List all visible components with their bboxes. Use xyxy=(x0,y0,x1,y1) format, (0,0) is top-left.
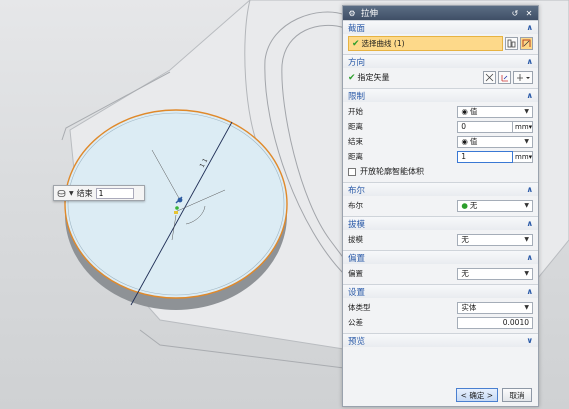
checkmark-icon: ✔ xyxy=(352,38,360,49)
section-header-offset[interactable]: 偏置 ∧ xyxy=(343,250,538,264)
section-header-limits[interactable]: 限制 ∧ xyxy=(343,88,538,102)
tolerance-input[interactable]: 0.0010 xyxy=(457,316,533,329)
draft-combo[interactable]: 无 ▼ xyxy=(457,233,533,246)
select-curve-label: 选择曲线 (1) xyxy=(361,39,405,48)
section-title: 预览 xyxy=(348,336,366,347)
start-label: 开始 xyxy=(348,107,363,116)
cancel-button[interactable]: 取消 xyxy=(502,388,532,402)
body-type-value: 实体 xyxy=(461,303,477,312)
sketch-section-icon[interactable] xyxy=(520,37,534,50)
section-title: 限制 xyxy=(348,91,366,102)
offset-combo-value: 无 xyxy=(461,269,469,278)
chevron-down-icon[interactable]: ∨ xyxy=(527,336,534,345)
section-header-settings[interactable]: 设置 ∧ xyxy=(343,284,538,298)
chevron-up-icon[interactable]: ∧ xyxy=(527,57,534,66)
body-type-label: 体类型 xyxy=(348,303,371,312)
value-icon: ◉ xyxy=(461,107,468,116)
chevron-down-icon[interactable]: ▾ xyxy=(529,123,533,131)
reset-icon[interactable]: ↺ xyxy=(510,9,520,18)
gear-icon[interactable]: ⚙ xyxy=(347,9,357,18)
section-title: 截面 xyxy=(348,23,366,34)
value-icon: ◉ xyxy=(461,137,468,146)
section-title: 设置 xyxy=(348,287,366,298)
section-title: 方向 xyxy=(348,57,366,68)
chevron-down-icon[interactable]: ▼ xyxy=(524,270,529,277)
chevron-up-icon[interactable]: ∧ xyxy=(527,287,534,296)
disc-top xyxy=(64,109,288,299)
reverse-direction-icon[interactable] xyxy=(483,71,496,84)
section-header-boolean[interactable]: 布尔 ∧ xyxy=(343,182,538,196)
curve-rule-icon[interactable] xyxy=(505,37,519,50)
end-combo-value: 值 xyxy=(469,137,478,146)
start-distance-input[interactable]: 0 xyxy=(457,120,513,133)
checkmark-icon: ✔ xyxy=(348,72,356,83)
open-profile-label: 开放轮廓智能体积 xyxy=(360,167,424,176)
boolean-none-icon: ● xyxy=(461,201,468,210)
floating-end-value-input[interactable] xyxy=(95,187,134,199)
start-distance-label: 距离 xyxy=(348,122,363,131)
section-title: 偏置 xyxy=(348,253,366,264)
chevron-up-icon[interactable]: ∧ xyxy=(527,185,534,194)
start-distance-unit[interactable]: mm ▾ xyxy=(513,120,533,133)
end-distance-unit[interactable]: mm ▾ xyxy=(513,150,533,163)
tolerance-label: 公差 xyxy=(348,318,363,327)
dialog-title: 拉伸 xyxy=(361,9,379,19)
section-header-draft[interactable]: 拔模 ∧ xyxy=(343,216,538,230)
boolean-label: 布尔 xyxy=(348,201,363,210)
chevron-up-icon[interactable]: ∧ xyxy=(527,23,534,32)
draft-label: 拔模 xyxy=(348,235,363,244)
boolean-combo-value: 无 xyxy=(469,201,478,210)
chevron-down-icon[interactable]: ▼ xyxy=(524,108,529,115)
extrude-dialog: ⚙ 拉伸 ↺ ✕ 截面 ∧ ✔ 选择曲线 (1) 方向 ∧ ✔ 指定矢量 限制 … xyxy=(342,5,539,407)
end-distance-label: 距离 xyxy=(348,152,363,161)
close-icon[interactable]: ✕ xyxy=(524,9,534,18)
chevron-up-icon[interactable]: ∧ xyxy=(527,91,534,100)
ok-button[interactable]: < 确定 > xyxy=(455,388,498,402)
vector-dialog-icon[interactable] xyxy=(498,71,511,84)
offset-combo[interactable]: 无 ▼ xyxy=(457,267,533,280)
section-header-direction[interactable]: 方向 ∧ xyxy=(343,54,538,68)
section-title: 拔模 xyxy=(348,219,366,230)
floating-end-label: 结束 xyxy=(76,188,93,198)
unit-text: mm xyxy=(515,122,529,131)
chevron-down-icon[interactable]: ▾ xyxy=(529,153,533,161)
chevron-down-icon[interactable]: ▼ xyxy=(69,190,74,197)
chevron-down-icon[interactable]: ▼ xyxy=(524,202,529,209)
start-combo-value: 值 xyxy=(469,107,478,116)
dialog-buttons: < 确定 > 取消 xyxy=(455,388,532,402)
unit-text: mm xyxy=(515,152,529,161)
end-combo[interactable]: ◉ 值 ▼ xyxy=(457,135,533,148)
specify-vector-label: 指定矢量 xyxy=(357,73,390,82)
end-distance-input[interactable]: 1 xyxy=(457,150,513,163)
section-title: 布尔 xyxy=(348,185,366,196)
end-label: 结束 xyxy=(348,137,363,146)
body-type-combo[interactable]: 实体 ▼ xyxy=(457,301,533,314)
start-combo[interactable]: ◉ 值 ▼ xyxy=(457,105,533,118)
chevron-down-icon[interactable]: ▼ xyxy=(524,138,529,145)
chevron-down-icon[interactable]: ▼ xyxy=(524,304,529,311)
offset-label: 偏置 xyxy=(348,269,363,278)
select-curve-row[interactable]: ✔ 选择曲线 (1) xyxy=(348,36,504,51)
boolean-combo[interactable]: ● 无 ▼ xyxy=(457,199,533,212)
section-header-preview[interactable]: 预览 ∨ xyxy=(343,333,538,347)
floating-end-input[interactable]: ▼ 结束 xyxy=(53,185,145,201)
open-profile-checkbox[interactable] xyxy=(348,167,356,176)
draft-combo-value: 无 xyxy=(461,235,469,244)
chevron-up-icon[interactable]: ∧ xyxy=(527,253,534,262)
vector-constructor-icon[interactable] xyxy=(513,71,533,84)
triad-handle-green[interactable] xyxy=(175,206,179,210)
dialog-titlebar[interactable]: ⚙ 拉伸 ↺ ✕ xyxy=(343,6,538,20)
chevron-down-icon[interactable]: ▼ xyxy=(524,236,529,243)
section-header-section[interactable]: 截面 ∧ xyxy=(343,20,538,34)
value-type-icon[interactable] xyxy=(57,189,66,198)
triad-handle-yellow[interactable] xyxy=(174,211,178,214)
triad-origin[interactable] xyxy=(177,197,183,203)
chevron-up-icon[interactable]: ∧ xyxy=(527,219,534,228)
